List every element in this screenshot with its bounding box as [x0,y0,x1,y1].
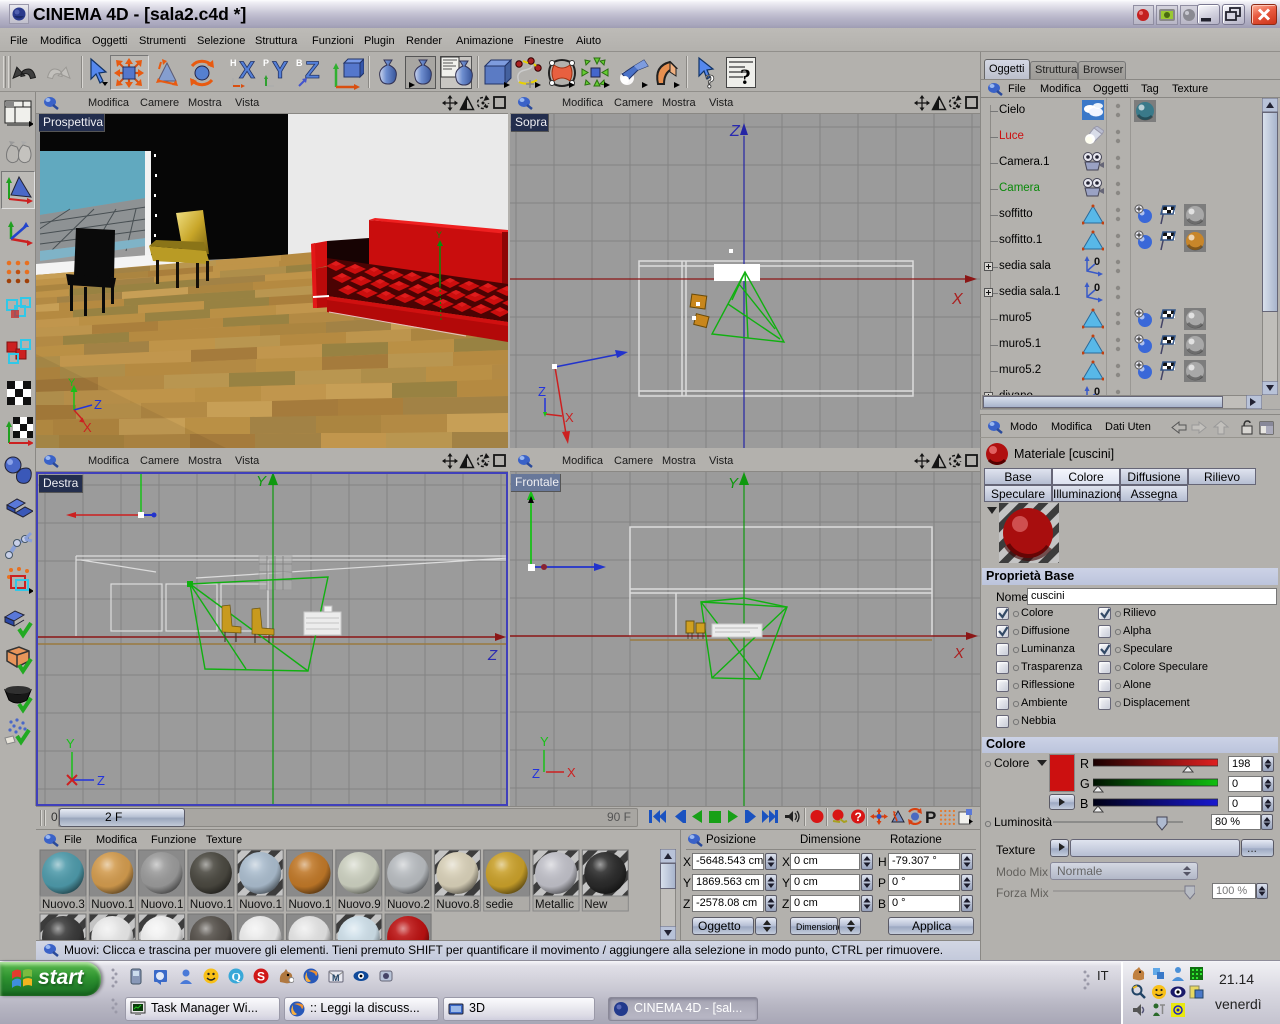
svg-text:Y: Y [728,475,739,492]
svg-text:Y: Y [272,57,288,84]
svg-text:M: M [332,973,340,983]
svg-text:Z: Z [94,397,102,412]
svg-text:Z: Z [729,123,741,140]
svg-text:X: X [239,57,255,84]
svg-text:H: H [230,58,237,68]
svg-text:Nuovo.8: Nuovo.8 [436,899,479,911]
svg-text:X: X [953,645,965,662]
svg-text:New: New [584,899,608,911]
svg-text:Y: Y [436,230,442,240]
svg-text:X: X [567,765,576,780]
svg-text:S: S [257,970,265,984]
svg-text:X: X [951,291,964,308]
svg-text:P: P [263,58,269,68]
svg-text:B: B [296,58,303,68]
svg-text:P: P [925,808,936,826]
svg-text:Nuovo.1: Nuovo.1 [289,899,332,911]
svg-text:Y: Y [540,734,549,749]
svg-text:Nuovo.1: Nuovo.1 [141,899,184,911]
svg-text:Q: Q [232,970,241,984]
svg-text:Z: Z [305,57,320,84]
svg-text:Z: Z [532,766,540,781]
svg-text:Nuovo.1: Nuovo.1 [91,899,134,911]
svg-text:Nuovo.1: Nuovo.1 [239,899,282,911]
svg-text:Nuovo.1: Nuovo.1 [190,899,233,911]
svg-text:X: X [565,410,574,425]
svg-text:Nuovo.2: Nuovo.2 [387,899,430,911]
svg-text:Nuovo.9: Nuovo.9 [338,899,381,911]
svg-text:Metallic: Metallic [535,899,574,911]
svg-text:?: ? [855,810,862,824]
svg-text:?: ? [705,71,715,90]
svg-text:X: X [83,420,92,435]
svg-text:?: ? [740,64,751,88]
svg-text:Y: Y [68,377,76,389]
svg-text:Z: Z [538,384,546,399]
svg-text:sedie: sedie [486,899,514,911]
svg-text:0: 0 [1094,256,1100,268]
svg-text:0: 0 [1094,282,1100,294]
svg-text:Nuovo.3: Nuovo.3 [42,899,85,911]
